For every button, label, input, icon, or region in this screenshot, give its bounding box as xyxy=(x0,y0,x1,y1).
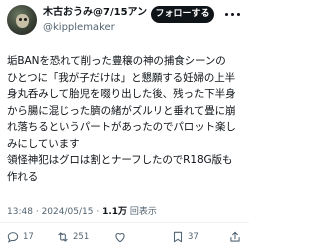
heart-icon xyxy=(115,233,125,243)
reply-button[interactable]: 17 xyxy=(6,229,34,245)
tweet-line: れ落ちるというパートがあったのでパロット楽し xyxy=(7,121,236,133)
bookmark-count: 37 xyxy=(188,232,199,242)
tweet-meta: 13:48 · 2024/05/15 · 1.1万 回表示 xyxy=(7,206,157,218)
tweet-text: 垢BANを恐れて削った豊穣の神の捕食シーンの ひとつに「我が子だけは」と懇願する… xyxy=(7,53,247,185)
bookmark-button[interactable]: 37 xyxy=(171,229,199,245)
avatar[interactable] xyxy=(7,5,37,35)
tweet-line: 領怪神犯はグロは割とナーフしたのでR18G版も xyxy=(7,154,233,166)
retweet-count: 251 xyxy=(73,232,90,242)
avatar-eye xyxy=(24,18,27,21)
bookmark-icon xyxy=(173,231,183,243)
action-bar: 17 251 37 xyxy=(0,229,249,245)
tweet-line: から腸に混じった臍の緒がズルリと垂れて畳に崩 xyxy=(7,104,236,117)
tweet-line: 垢BANを恐れて削った豊穣の神の捕食シーンの xyxy=(7,55,226,67)
avatar-eye xyxy=(19,18,22,21)
views-label: 回表示 xyxy=(129,207,157,217)
retweet-icon xyxy=(58,232,68,242)
share-button[interactable] xyxy=(228,229,245,245)
tweet-header: 木古おうみ@7/15アンソロ… @kipplemaker フォローする xyxy=(0,0,249,40)
more-options-icon[interactable] xyxy=(222,8,242,20)
tweet-line: 作れる xyxy=(7,170,39,183)
tweet-date[interactable]: 2024/05/15 xyxy=(42,207,94,217)
follow-button[interactable]: フォローする xyxy=(151,6,214,23)
tweet-time[interactable]: 13:48 xyxy=(7,207,33,217)
divider xyxy=(0,222,249,223)
tweet-line: 身丸呑みして胎児を啜り出した後、残った下半身 xyxy=(7,88,236,100)
views-count: 1.1万 xyxy=(102,207,128,217)
retweet-button[interactable]: 251 xyxy=(56,229,89,245)
tweet-line: ひとつに「我が子だけは」と懇願する妊婦の上半 xyxy=(7,71,236,84)
reply-count: 17 xyxy=(23,232,34,242)
user-handle[interactable]: @kipplemaker xyxy=(43,21,115,34)
like-button[interactable] xyxy=(113,229,130,245)
avatar-face xyxy=(16,14,29,28)
display-name[interactable]: 木古おうみ@7/15アンソロ… xyxy=(43,6,148,20)
share-icon xyxy=(230,231,240,242)
tweet-line: みにしています xyxy=(7,137,80,150)
reply-icon xyxy=(7,232,19,243)
